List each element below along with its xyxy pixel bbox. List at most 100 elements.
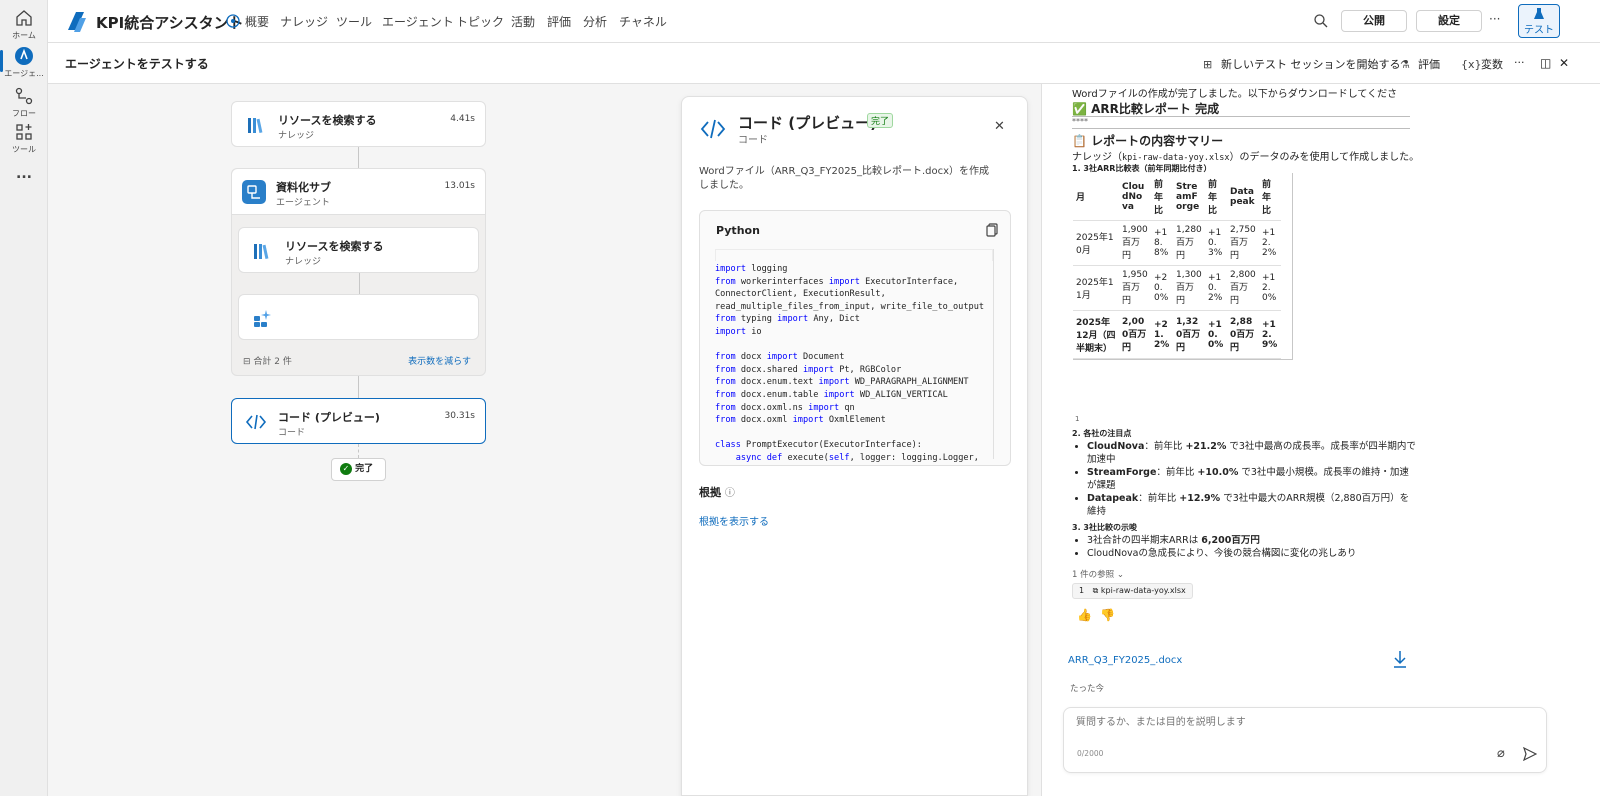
nav-evaluation[interactable]: 評価: [547, 13, 571, 30]
col-header: CloudNova: [1119, 173, 1151, 221]
subheader-more-button[interactable]: ···: [1514, 56, 1525, 69]
nav-overview[interactable]: 概要: [245, 13, 269, 30]
more-options-button[interactable]: ···: [1489, 12, 1500, 26]
copy-icon[interactable]: [986, 223, 998, 237]
code-line: from docx import Document: [715, 352, 845, 363]
books-icon: [248, 118, 263, 134]
chat-panel: Wordファイルの作成が完了しました。以下からダウンロードしてください。 ✅ A…: [1041, 84, 1600, 796]
table-cell: +10.2%: [1205, 265, 1227, 311]
left-rail: ホーム エージェ... フロー ツール ...: [0, 0, 48, 796]
panel-subtitle: コード: [738, 135, 768, 146]
rail-tool[interactable]: ツール: [0, 122, 48, 155]
node-subtitle: ナレッジ: [285, 257, 322, 267]
col-header: 前年比: [1151, 173, 1173, 221]
table-cell: 2025年12月（四半期末）: [1073, 310, 1119, 359]
info-icon: ⓘ: [724, 488, 735, 499]
code-detail-panel: コード (プレビュー) 完了 コード ✕ Wordファイル（ARR_Q3_FY2…: [681, 96, 1028, 796]
page-title: エージェントをテストする: [65, 57, 209, 71]
node-title: リソースを検索する: [285, 240, 384, 253]
chat-heading: ✅ ARR比較レポート 完成: [1072, 102, 1220, 116]
references-label: 1 件の参照: [1072, 570, 1115, 580]
summary-file: kpi-raw-data-yoy.xlsx: [1122, 153, 1230, 163]
tools-icon: [16, 124, 32, 140]
status-badge: 完了: [867, 113, 894, 128]
close-icon[interactable]: ✕: [1559, 56, 1569, 70]
table-cell: 1,300百万円: [1173, 265, 1205, 311]
attach-icon[interactable]: ⌀: [1497, 746, 1505, 761]
col-header: 前年比: [1259, 173, 1281, 221]
code-language: Python: [716, 224, 760, 237]
nav-channels[interactable]: チャネル: [619, 13, 667, 30]
search-icon[interactable]: [1313, 13, 1329, 29]
rail-more-button[interactable]: ...: [0, 166, 48, 182]
download-icon[interactable]: [1392, 649, 1408, 669]
code-line: from docx.enum.table import WD_ALIGN_VER…: [715, 389, 948, 400]
thumbs-down-icon[interactable]: 👎: [1100, 608, 1115, 622]
table-cell: 1,320百万円: [1173, 310, 1205, 359]
reference-chip[interactable]: 1 ⧉ kpi-raw-data-yoy.xlsx: [1072, 583, 1193, 599]
test-button[interactable]: テスト: [1518, 4, 1560, 38]
code-line: class PromptExecutor(ExecutorInterface):: [715, 440, 922, 451]
panel-toggle-icon[interactable]: ◫: [1540, 56, 1551, 70]
code-line: from docx.shared import Pt, RGBColor: [715, 364, 902, 375]
show-less-link[interactable]: 表示数を減らす: [408, 354, 471, 367]
table-cell: +20.0%: [1151, 265, 1173, 311]
node-subtitle: エージェント: [276, 198, 330, 208]
citation-marker[interactable]: 1: [1075, 415, 1079, 423]
list-item: Datapeak：前年比 +12.9% で3社中最大のARR規模（2,880百万…: [1087, 492, 1417, 518]
new-session-button[interactable]: ⊞ 新しいテスト セッションを開始する: [1203, 56, 1401, 72]
variables-button[interactable]: {x}変数: [1461, 56, 1503, 72]
node-duration: 4.41s: [450, 114, 475, 124]
new-session-label: 新しいテスト セッションを開始する: [1221, 58, 1401, 71]
flow-node-search-resources[interactable]: リソースを検索する ナレッジ 4.41s: [231, 101, 486, 147]
agent-node-icon: [242, 180, 266, 204]
notable-points-list: CloudNova：前年比 +21.2% で3社中最高の成長率。成長率が四半期内…: [1087, 440, 1417, 518]
send-icon[interactable]: [1523, 747, 1537, 761]
settings-button[interactable]: 設定: [1416, 10, 1482, 32]
nav-topics[interactable]: トピック: [456, 13, 504, 30]
show-evidence-link[interactable]: 根拠を表示する: [699, 513, 769, 528]
table-cell: 2025年11月: [1073, 265, 1119, 311]
references-toggle[interactable]: 1 件の参照 ⌄: [1072, 568, 1124, 580]
thumbs-up-icon[interactable]: 👍: [1077, 608, 1092, 622]
test-button-label: テスト: [1524, 25, 1554, 36]
arr-comparison-table: 月 CloudNova 前年比 StreamForge 前年比 Datapeak…: [1073, 173, 1281, 359]
evaluate-icon: ⚗: [1400, 58, 1410, 71]
flow-node-code-child[interactable]: [238, 294, 479, 340]
table-cell: 2,880百万円: [1227, 310, 1259, 359]
insight1-text: 3社合計の四半期末ARRは: [1087, 535, 1202, 546]
table-cell: 1,900百万円: [1119, 220, 1151, 266]
panel-title: コード (プレビュー): [738, 114, 877, 132]
code-block: Python import logging from workerinterfac…: [699, 210, 1011, 466]
publish-button[interactable]: 公開: [1341, 10, 1407, 32]
char-count: 0/2000: [1077, 749, 1104, 758]
flow-node-code-preview[interactable]: コード (プレビュー) コード 30.31s: [231, 398, 486, 444]
list-icon: ⊟: [243, 357, 251, 367]
message-timestamp: たった今: [1070, 684, 1105, 694]
table-cell: +21.2%: [1151, 310, 1173, 359]
close-panel-button[interactable]: ✕: [994, 119, 1005, 134]
summary-text: ナレッジ（kpi-raw-data-yoy.xlsx）のデータのみを使用して作成…: [1072, 148, 1419, 163]
code-icon: [700, 119, 726, 139]
node-subtitle: コード: [278, 428, 306, 438]
rail-home[interactable]: ホーム: [0, 8, 48, 41]
chat-input[interactable]: [1076, 714, 1476, 730]
flow-node-search-resources-child[interactable]: リソースを検索する ナレッジ: [238, 227, 479, 273]
nav-tools[interactable]: ツール: [336, 13, 372, 30]
rail-tool-label: ツール: [12, 145, 36, 154]
nav-analytics[interactable]: 分析: [583, 13, 607, 30]
flow-node-subagent[interactable]: 資料化サブ エージェント 13.01s: [232, 169, 485, 215]
code-scrollbar[interactable]: [993, 249, 994, 459]
evaluate-button[interactable]: ⚗ 評価: [1400, 56, 1440, 72]
rail-agent[interactable]: エージェ...: [0, 46, 48, 79]
node-subtitle: ナレッジ: [278, 131, 315, 141]
download-file-link[interactable]: ARR_Q3_FY2025_.docx: [1068, 655, 1182, 666]
rail-flow[interactable]: フロー: [0, 86, 48, 119]
nav-agents[interactable]: エージェント: [382, 13, 454, 30]
flow-done-badge: ✓ 完了: [331, 458, 386, 481]
nav-activity[interactable]: 活動: [511, 13, 535, 30]
rail-agent-label: エージェ...: [4, 69, 44, 78]
nav-knowledge[interactable]: ナレッジ: [280, 13, 328, 30]
table-body: 2025年10月 1,900百万円 +18.8% 1,280百万円 +10.3% 2,75…: [1073, 220, 1281, 359]
